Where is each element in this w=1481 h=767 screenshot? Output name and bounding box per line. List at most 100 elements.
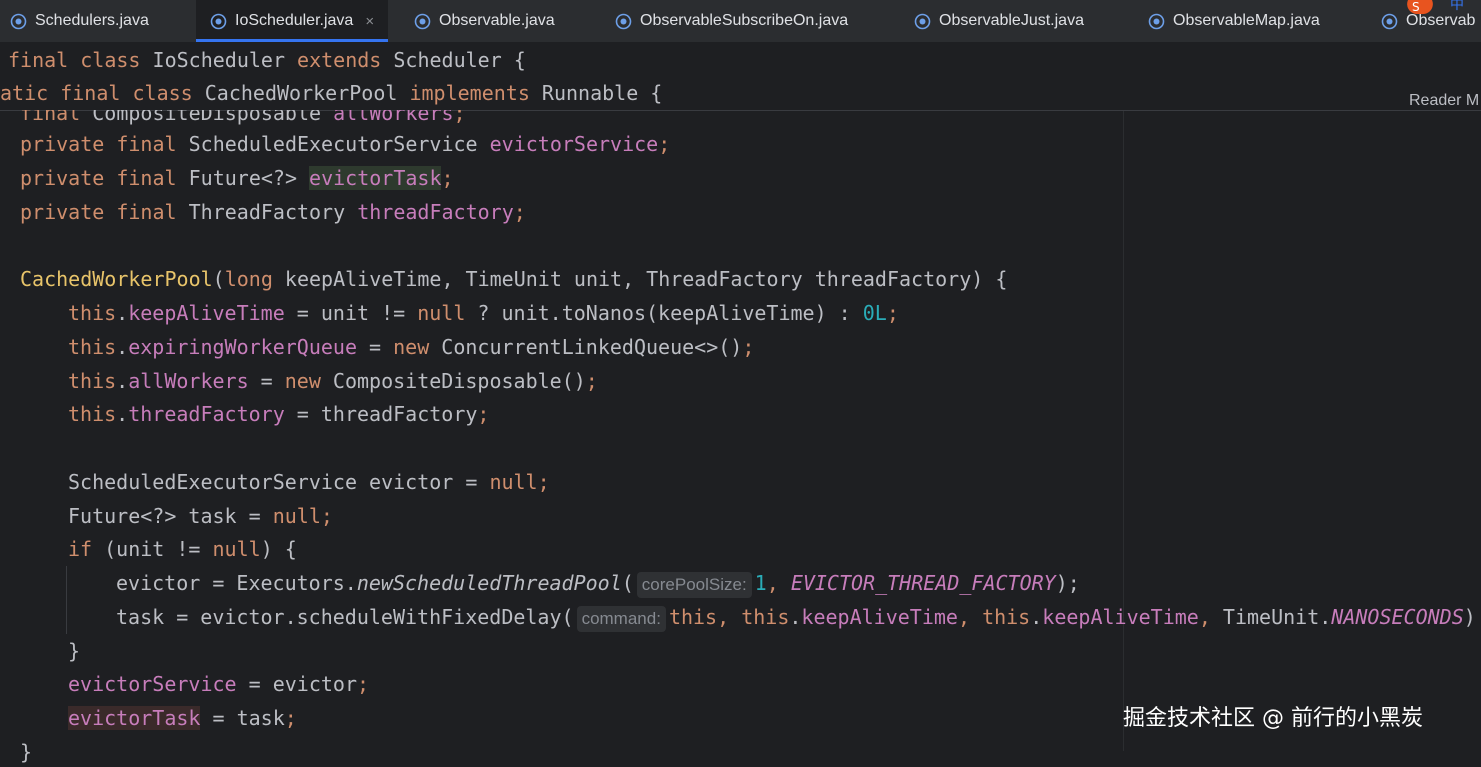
- right-margin-guide: [1123, 111, 1124, 751]
- type: TimeUnit.: [1222, 605, 1332, 629]
- code-line[interactable]: evictorService = evictor;: [68, 669, 369, 699]
- semicolon: ;: [441, 166, 454, 190]
- tab-label: ObservableJust.java: [939, 12, 1084, 29]
- indent-guide: [66, 566, 67, 634]
- keyword: final: [8, 48, 69, 72]
- keyword: class: [80, 48, 141, 72]
- dot: .: [116, 335, 129, 359]
- keyword: this: [68, 335, 117, 359]
- expression: =: [248, 369, 285, 393]
- tab-observable-just[interactable]: ObservableJust.java: [914, 0, 1084, 42]
- expression: Future<?> task =: [68, 504, 273, 528]
- number: 1: [754, 571, 767, 595]
- code-line[interactable]: CachedWorkerPool(long keepAliveTime, Tim…: [20, 264, 1007, 294]
- keyword: final: [60, 81, 121, 105]
- dot: .: [789, 605, 802, 629]
- field: evictorService: [489, 132, 659, 156]
- ime-label: 中: [1450, 0, 1464, 13]
- tab-label: IoScheduler.java: [235, 12, 354, 29]
- tab-ioscheduler[interactable]: IoScheduler.java ×: [196, 0, 389, 42]
- keyword: new: [393, 335, 430, 359]
- java-class-icon: [10, 13, 27, 29]
- tab-label: Observable.java: [439, 12, 555, 29]
- tab-observable-map[interactable]: ObservableMap.java: [1148, 0, 1320, 42]
- code-line[interactable]: this.threadFactory = threadFactory;: [68, 399, 489, 429]
- expression: ConcurrentLinkedQueue<>(): [429, 335, 743, 359]
- reader-mode-button[interactable]: Reader M: [1409, 92, 1479, 110]
- code-line[interactable]: evictorTask = task;: [68, 703, 297, 733]
- keyword: null: [417, 301, 466, 325]
- code-line[interactable]: }: [20, 737, 32, 767]
- sticky-line-inner-class[interactable]: atic final class CachedWorkerPool implem…: [0, 78, 662, 108]
- java-class-icon: [1381, 13, 1398, 29]
- constant: EVICTOR_THREAD_FACTORY: [790, 571, 1056, 595]
- interface-name: Runnable: [541, 81, 639, 105]
- semicolon: ;: [742, 335, 755, 359]
- keyword: this: [668, 605, 718, 629]
- paren: (: [621, 571, 634, 595]
- sticky-line-class[interactable]: final class IoScheduler extends Schedule…: [8, 45, 526, 75]
- class-name: CachedWorkerPool: [204, 81, 398, 105]
- constant: NANOSECONDS: [1331, 605, 1464, 629]
- field-highlighted: evictorTask: [309, 166, 442, 190]
- tab-label: ObservableSubscribeOn.java: [640, 12, 849, 29]
- close-icon[interactable]: ×: [365, 13, 374, 30]
- code-line[interactable]: this.allWorkers = new CompositeDisposabl…: [68, 366, 598, 396]
- keyword: new: [284, 369, 321, 393]
- tab-label: Schedulers.java: [35, 12, 149, 29]
- code-line[interactable]: ScheduledExecutorService evictor = null;: [68, 467, 550, 497]
- code-line[interactable]: this.expiringWorkerQueue = new Concurren…: [68, 332, 754, 362]
- tab-observable[interactable]: Observable.java: [414, 0, 555, 42]
- parameter-hint: corePoolSize:: [636, 572, 752, 598]
- keyword: null: [212, 537, 261, 561]
- keyword: this: [741, 605, 790, 629]
- expression: ScheduledExecutorService evictor =: [68, 470, 490, 494]
- expression: ? unit.toNanos(keepAliveTime) :: [465, 301, 863, 325]
- keyword: extends: [297, 48, 382, 72]
- code-line[interactable]: evictor = Executors.newScheduledThreadPo…: [116, 568, 1080, 598]
- tab-observable-subscribe-on[interactable]: ObservableSubscribeOn.java: [615, 0, 848, 42]
- java-class-icon: [1148, 13, 1165, 29]
- active-tab-indicator: [196, 39, 389, 42]
- svg-text:S: S: [1412, 0, 1420, 14]
- brace: {: [650, 81, 663, 105]
- sticky-header: final class IoScheduler extends Schedule…: [0, 43, 1481, 111]
- dot: .: [116, 369, 129, 393]
- type: ScheduledExecutorService: [188, 132, 478, 156]
- dot: .: [116, 402, 129, 426]
- keyword: final: [116, 200, 177, 224]
- keyword: implements: [409, 81, 530, 105]
- paren: );: [1055, 571, 1080, 595]
- static-method: newScheduledThreadPool: [356, 571, 622, 595]
- editor-tab-bar: Schedulers.java IoScheduler.java × Obser…: [0, 0, 1481, 43]
- comma: ,: [766, 571, 791, 595]
- comma: ,: [717, 605, 742, 629]
- keyword: if: [68, 537, 93, 561]
- expression: ) {: [260, 537, 297, 561]
- code-line[interactable]: if (unit != null) {: [68, 534, 297, 564]
- expression: = threadFactory: [284, 402, 478, 426]
- code-line[interactable]: Future<?> task = null;: [68, 501, 333, 531]
- code-line[interactable]: }: [68, 636, 80, 666]
- java-class-icon: [210, 13, 227, 29]
- code-line[interactable]: private final ScheduledExecutorService e…: [20, 129, 670, 159]
- paren: (: [212, 267, 225, 291]
- keyword: atic: [0, 81, 49, 105]
- comma: ,: [957, 605, 983, 629]
- code-line[interactable]: this.keepAliveTime = unit != null ? unit…: [68, 298, 899, 328]
- brace: }: [68, 639, 81, 663]
- expression: task = evictor.scheduleWithFixedDelay(: [116, 605, 574, 629]
- dot: .: [1030, 605, 1043, 629]
- params: keepAliveTime, TimeUnit unit, ThreadFact…: [272, 267, 1008, 291]
- java-class-icon: [615, 13, 632, 29]
- code-line[interactable]: task = evictor.scheduleWithFixedDelay(co…: [116, 602, 1476, 632]
- code-line[interactable]: private final ThreadFactory threadFactor…: [20, 197, 526, 227]
- brace: }: [20, 740, 33, 764]
- dot: .: [116, 301, 129, 325]
- code-line[interactable]: private final Future<?> evictorTask;: [20, 163, 454, 193]
- expression: = evictor: [236, 672, 357, 696]
- expression: (unit !=: [92, 537, 213, 561]
- type: ThreadFactory: [188, 200, 346, 224]
- java-class-icon: [414, 13, 431, 29]
- tab-schedulers[interactable]: Schedulers.java: [10, 0, 149, 42]
